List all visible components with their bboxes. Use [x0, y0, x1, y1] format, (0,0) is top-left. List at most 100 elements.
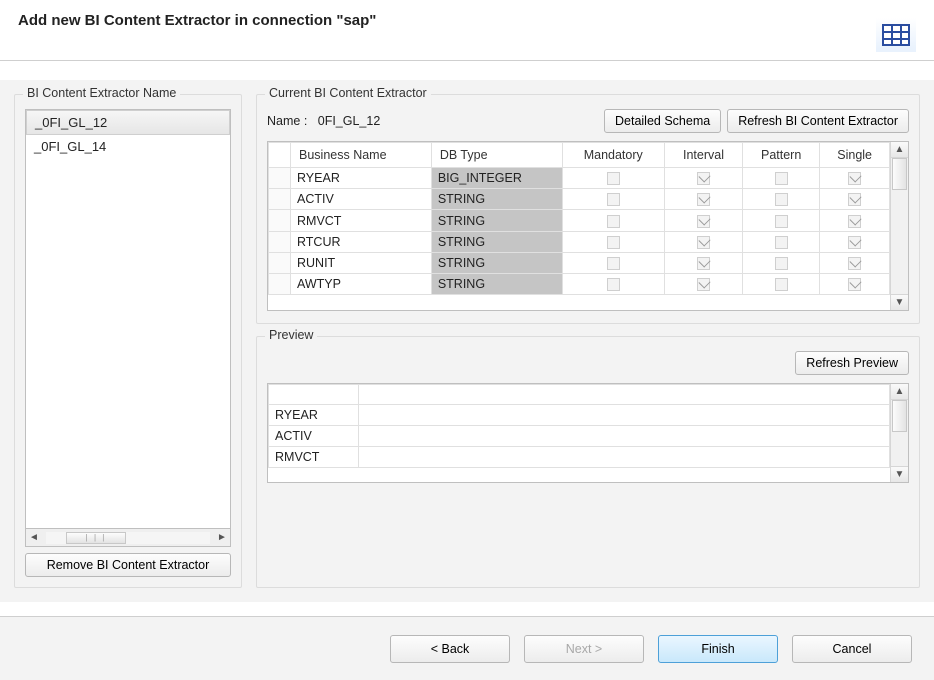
checkbox-cell[interactable]	[743, 252, 820, 273]
preview-row-name: ACTIV	[269, 426, 359, 447]
table-row[interactable]: ACTIVSTRING	[269, 189, 890, 210]
finish-button[interactable]: Finish	[658, 635, 778, 663]
business-name-cell: RTCUR	[291, 231, 432, 252]
checkbox-cell[interactable]	[820, 252, 890, 273]
checkbox-icon	[775, 236, 788, 249]
detailed-schema-button[interactable]: Detailed Schema	[604, 109, 721, 133]
table-row[interactable]: RMVCTSTRING	[269, 210, 890, 231]
refresh-preview-button[interactable]: Refresh Preview	[795, 351, 909, 375]
preview-row-value	[359, 447, 890, 468]
table-row[interactable]: ACTIV	[269, 426, 890, 447]
back-button[interactable]: < Back	[390, 635, 510, 663]
scroll-track[interactable]	[891, 400, 908, 466]
schema-column-header[interactable]: Business Name	[291, 143, 432, 168]
checkbox-cell[interactable]	[664, 189, 742, 210]
scroll-up-arrow-icon[interactable]: ▲	[891, 384, 908, 400]
extractor-name-item[interactable]: _0FI_GL_14	[26, 135, 230, 158]
row-header	[269, 231, 291, 252]
checkbox-icon	[848, 278, 861, 291]
schema-table[interactable]: Business NameDB TypeMandatoryIntervalPat…	[268, 142, 890, 295]
table-row[interactable]: RUNITSTRING	[269, 252, 890, 273]
table-row[interactable]: RTCURSTRING	[269, 231, 890, 252]
checkbox-cell[interactable]	[664, 274, 742, 295]
checkbox-cell[interactable]	[664, 210, 742, 231]
checkbox-icon	[848, 215, 861, 228]
preview-table[interactable]: RYEARACTIVRMVCT	[268, 384, 890, 468]
checkbox-cell[interactable]	[820, 210, 890, 231]
preview-row-name: RYEAR	[269, 405, 359, 426]
extractor-name-group-label: BI Content Extractor Name	[23, 86, 180, 100]
schema-column-header[interactable]: Mandatory	[562, 143, 664, 168]
checkbox-cell[interactable]	[664, 231, 742, 252]
checkbox-cell[interactable]	[820, 168, 890, 189]
cancel-button[interactable]: Cancel	[792, 635, 912, 663]
checkbox-cell[interactable]	[743, 274, 820, 295]
table-row[interactable]: RMVCT	[269, 447, 890, 468]
checkbox-icon	[697, 257, 710, 270]
preview-group: Preview Refresh Preview RYEARACTIVRMVCT	[256, 336, 920, 588]
checkbox-cell[interactable]	[562, 252, 664, 273]
db-type-cell: STRING	[431, 252, 562, 273]
scroll-thumb[interactable]	[892, 400, 907, 432]
schema-column-header[interactable]: Interval	[664, 143, 742, 168]
checkbox-icon	[607, 215, 620, 228]
checkbox-cell[interactable]	[664, 168, 742, 189]
checkbox-cell[interactable]	[743, 210, 820, 231]
checkbox-cell[interactable]	[562, 189, 664, 210]
checkbox-icon	[697, 278, 710, 291]
schema-vertical-scrollbar[interactable]: ▲ ▼	[890, 142, 908, 310]
checkbox-cell[interactable]	[743, 189, 820, 210]
scroll-up-arrow-icon[interactable]: ▲	[891, 142, 908, 158]
checkbox-icon	[848, 193, 861, 206]
scroll-thumb[interactable]: | | |	[66, 532, 126, 544]
checkbox-cell[interactable]	[820, 189, 890, 210]
checkbox-icon	[697, 236, 710, 249]
scroll-down-arrow-icon[interactable]: ▼	[891, 294, 908, 310]
dialog-title: Add new BI Content Extractor in connecti…	[18, 12, 916, 29]
scroll-thumb[interactable]	[892, 158, 907, 190]
schema-column-header[interactable]: Pattern	[743, 143, 820, 168]
preview-group-label: Preview	[265, 328, 317, 342]
checkbox-icon	[697, 215, 710, 228]
scroll-right-arrow-icon[interactable]: ►	[216, 532, 228, 544]
schema-column-header[interactable]: Single	[820, 143, 890, 168]
checkbox-cell[interactable]	[562, 210, 664, 231]
row-header	[269, 189, 291, 210]
checkbox-cell[interactable]	[743, 231, 820, 252]
scroll-track[interactable]	[891, 158, 908, 294]
current-name-label: Name : 0FI_GL_12	[267, 114, 380, 128]
row-header	[269, 252, 291, 273]
list-horizontal-scrollbar[interactable]: ◄ | | | ►	[25, 529, 231, 547]
checkbox-cell[interactable]	[820, 231, 890, 252]
refresh-extractor-button[interactable]: Refresh BI Content Extractor	[727, 109, 909, 133]
schema-column-header[interactable]: DB Type	[431, 143, 562, 168]
checkbox-icon	[775, 215, 788, 228]
scroll-left-arrow-icon[interactable]: ◄	[28, 532, 40, 544]
checkbox-cell[interactable]	[562, 168, 664, 189]
preview-vertical-scrollbar[interactable]: ▲ ▼	[890, 384, 908, 482]
checkbox-cell[interactable]	[562, 231, 664, 252]
extractor-name-item[interactable]: _0FI_GL_12	[26, 110, 230, 135]
checkbox-cell[interactable]	[743, 168, 820, 189]
extractor-name-list[interactable]: _0FI_GL_12_0FI_GL_14	[25, 109, 231, 529]
table-row[interactable]: AWTYPSTRING	[269, 274, 890, 295]
scroll-down-arrow-icon[interactable]: ▼	[891, 466, 908, 482]
preview-row-name: RMVCT	[269, 447, 359, 468]
dialog-header: Add new BI Content Extractor in connecti…	[0, 0, 934, 60]
next-button[interactable]: Next >	[524, 635, 644, 663]
scroll-track[interactable]: | | |	[46, 532, 210, 544]
schema-table-wrap: Business NameDB TypeMandatoryIntervalPat…	[267, 141, 909, 311]
business-name-cell: RUNIT	[291, 252, 432, 273]
remove-extractor-button[interactable]: Remove BI Content Extractor	[25, 553, 231, 577]
table-row[interactable]: RYEARBIG_INTEGER	[269, 168, 890, 189]
checkbox-cell[interactable]	[820, 274, 890, 295]
checkbox-icon	[607, 257, 620, 270]
checkbox-cell[interactable]	[664, 252, 742, 273]
business-name-cell: AWTYP	[291, 274, 432, 295]
table-row[interactable]: RYEAR	[269, 405, 890, 426]
checkbox-icon	[607, 236, 620, 249]
schema-column-header[interactable]	[269, 143, 291, 168]
checkbox-icon	[607, 193, 620, 206]
checkbox-cell[interactable]	[562, 274, 664, 295]
checkbox-icon	[697, 172, 710, 185]
